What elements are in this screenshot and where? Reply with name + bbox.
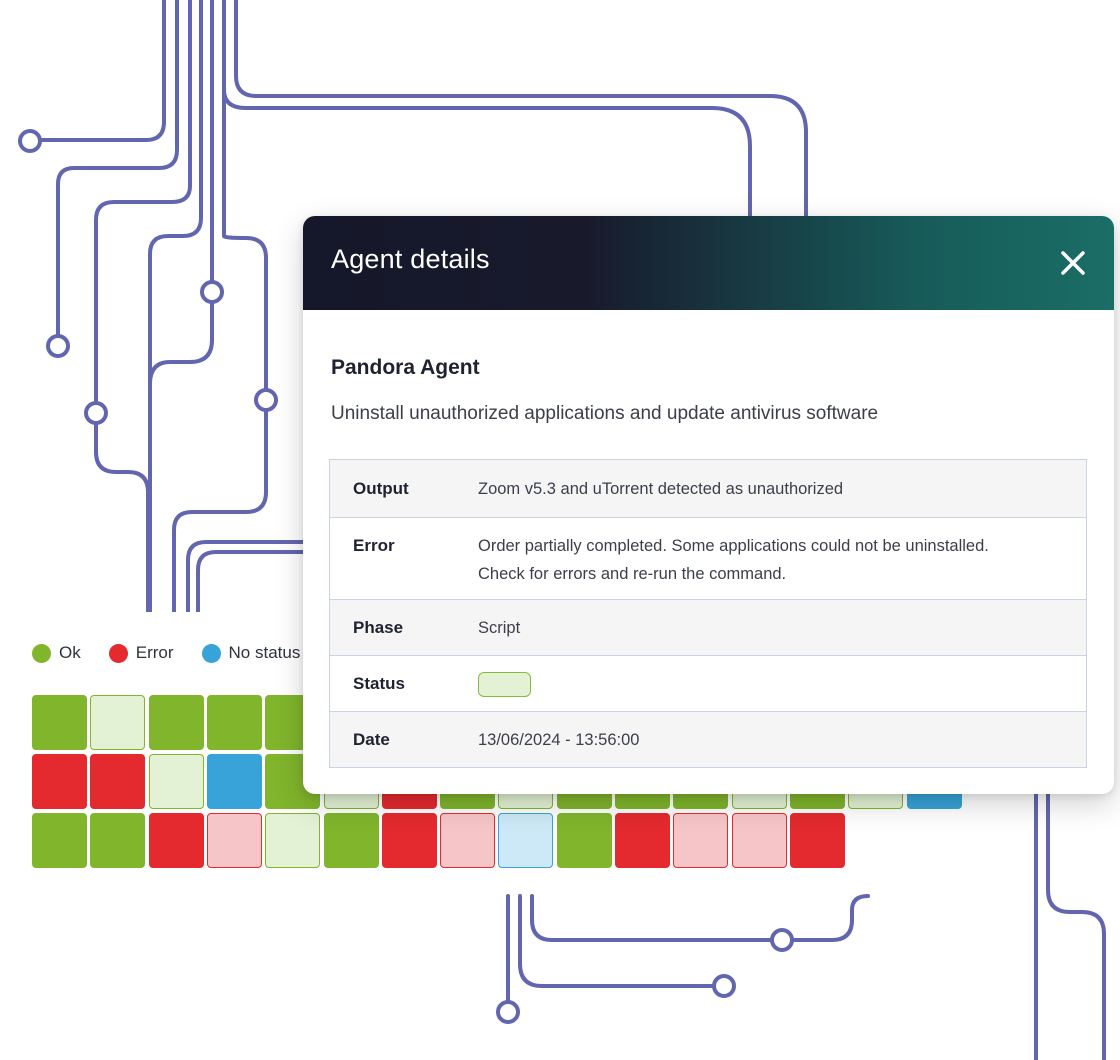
modal-title: Agent details <box>331 244 490 274</box>
circuit-node <box>496 1000 520 1024</box>
agent-description: Uninstall unauthorized applications and … <box>331 403 879 424</box>
circuit-node <box>46 334 70 358</box>
status-cell[interactable] <box>382 813 437 868</box>
legend-item-error: Error <box>108 643 174 663</box>
status-cell[interactable] <box>207 813 262 868</box>
circuit-node <box>200 280 224 304</box>
status-cell[interactable] <box>149 754 204 809</box>
error-dot-icon <box>108 643 128 663</box>
agent-details-modal: Agent details Pandora Agent Uninstall un… <box>303 216 1114 794</box>
status-cell[interactable] <box>440 813 495 868</box>
legend-item-ok: Ok <box>32 643 81 663</box>
circuit-line <box>530 894 870 942</box>
status-cell[interactable] <box>149 695 204 750</box>
details-row-phase: Phase Script <box>330 599 1086 655</box>
row-label: Output <box>353 478 409 498</box>
status-cell[interactable] <box>32 813 87 868</box>
row-value: Zoom v5.3 and uTorrent detected as unaut… <box>478 479 844 498</box>
legend-label: No status <box>228 643 301 662</box>
status-cell[interactable] <box>32 754 87 809</box>
status-cell[interactable] <box>90 695 145 750</box>
details-row-output: Output Zoom v5.3 and uTorrent detected a… <box>330 460 1086 517</box>
circuit-line <box>56 0 179 348</box>
legend-label: Error <box>135 643 174 662</box>
circuit-node <box>254 388 278 412</box>
status-cell[interactable] <box>149 813 204 868</box>
status-cell[interactable] <box>207 754 262 809</box>
status-cell[interactable] <box>615 813 670 868</box>
status-cell[interactable] <box>90 813 145 868</box>
circuit-node <box>770 928 794 952</box>
status-legend: Ok Error No status <box>32 642 328 664</box>
status-cell[interactable] <box>673 813 728 868</box>
no-status-dot-icon <box>201 643 221 663</box>
status-cell[interactable] <box>32 695 87 750</box>
circuit-line <box>172 0 268 614</box>
circuit-line <box>196 550 305 614</box>
details-row-date: Date 13/06/2024 - 13:56:00 <box>330 711 1086 767</box>
row-label: Phase <box>353 617 404 637</box>
details-row-error: Error Order partially completed. Some ap… <box>330 517 1086 599</box>
close-icon[interactable] <box>1058 248 1088 278</box>
agent-name: Pandora Agent <box>331 356 480 379</box>
row-label: Status <box>353 673 405 693</box>
details-row-status: Status <box>330 655 1086 711</box>
row-value <box>478 670 1086 698</box>
circuit-line <box>222 0 752 218</box>
legend-label: Ok <box>59 643 81 662</box>
row-value: Script <box>478 618 521 637</box>
status-cell[interactable] <box>265 813 320 868</box>
ok-dot-icon <box>32 643 51 663</box>
status-cell[interactable] <box>732 813 787 868</box>
circuit-line <box>1046 792 1106 1060</box>
row-value: Order partially completed. Some applicat… <box>478 532 1086 588</box>
status-cell[interactable] <box>790 813 845 868</box>
status-cell[interactable] <box>207 695 262 750</box>
modal-header: Agent details <box>303 216 1114 310</box>
row-value: 13/06/2024 - 13:56:00 <box>478 730 640 749</box>
circuit-node <box>712 974 736 998</box>
status-badge <box>478 671 531 697</box>
circuit-line <box>28 0 166 142</box>
status-cell[interactable] <box>498 813 553 868</box>
details-table: Output Zoom v5.3 and uTorrent detected a… <box>329 459 1087 768</box>
error-line-1: Order partially completed. Some applicat… <box>478 537 989 555</box>
status-cell[interactable] <box>557 813 612 868</box>
circuit-node <box>18 129 42 153</box>
row-label: Date <box>353 729 390 749</box>
error-line-2: Check for errors and re-run the command. <box>478 565 787 583</box>
legend-item-no-status: No status <box>201 643 301 663</box>
status-cell[interactable] <box>324 813 379 868</box>
row-label: Error <box>353 536 395 555</box>
circuit-node <box>84 401 108 425</box>
status-cell[interactable] <box>90 754 145 809</box>
